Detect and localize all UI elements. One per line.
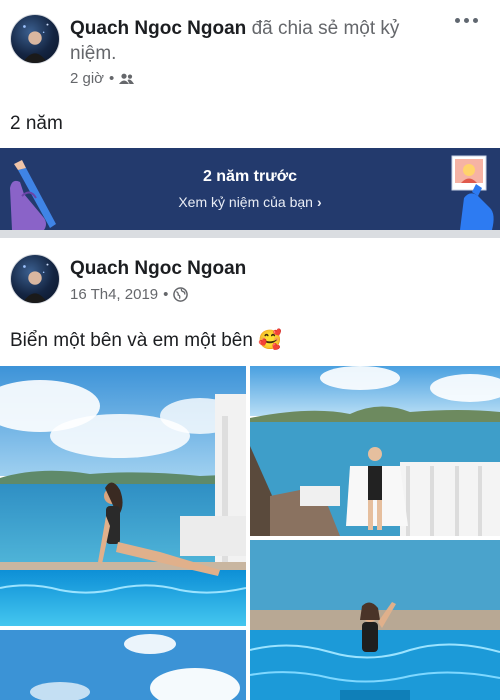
chevron-right-icon: › bbox=[316, 194, 322, 210]
blue-hand-polaroid-illustration bbox=[451, 155, 494, 230]
memory-share-post: Quach Ngoc Ngoan đã chia sẻ một kỷ niệm.… bbox=[0, 0, 500, 100]
original-author-name[interactable]: Quach Ngoc Ngoan bbox=[70, 258, 246, 279]
friends-icon[interactable] bbox=[119, 73, 135, 85]
original-post-text: Biển một bên và em một bên bbox=[10, 330, 253, 351]
purple-hand-illustration bbox=[10, 160, 56, 230]
original-author-avatar[interactable] bbox=[10, 254, 60, 304]
smiling-face-hearts-emoji: 🥰 bbox=[258, 330, 282, 351]
pool-photo-2[interactable] bbox=[250, 540, 500, 700]
share-action-text-cont: niệm. bbox=[70, 43, 117, 64]
pool-photo-1[interactable] bbox=[0, 366, 246, 626]
memory-post-text: 2 năm bbox=[10, 113, 63, 134]
original-post-date[interactable]: 16 Th4, 2019 bbox=[70, 286, 158, 303]
more-options-icon[interactable] bbox=[455, 18, 478, 23]
meta-separator: • bbox=[163, 286, 169, 303]
author-name[interactable]: Quach Ngoc Ngoan bbox=[70, 18, 246, 39]
share-action-text: đã chia sẻ một kỷ bbox=[251, 18, 400, 39]
post-divider bbox=[0, 230, 500, 238]
author-avatar[interactable] bbox=[10, 14, 60, 64]
view-memories-label: Xem kỷ niệm của bạn bbox=[178, 194, 313, 210]
memory-banner[interactable]: 2 năm trước Xem kỷ niệm của bạn › bbox=[0, 148, 500, 230]
globe-icon[interactable] bbox=[173, 287, 189, 302]
meta-separator: • bbox=[109, 70, 115, 87]
sky-photo[interactable] bbox=[0, 630, 246, 700]
terrace-photo[interactable] bbox=[250, 366, 500, 536]
post-time[interactable]: 2 giờ bbox=[70, 70, 104, 87]
